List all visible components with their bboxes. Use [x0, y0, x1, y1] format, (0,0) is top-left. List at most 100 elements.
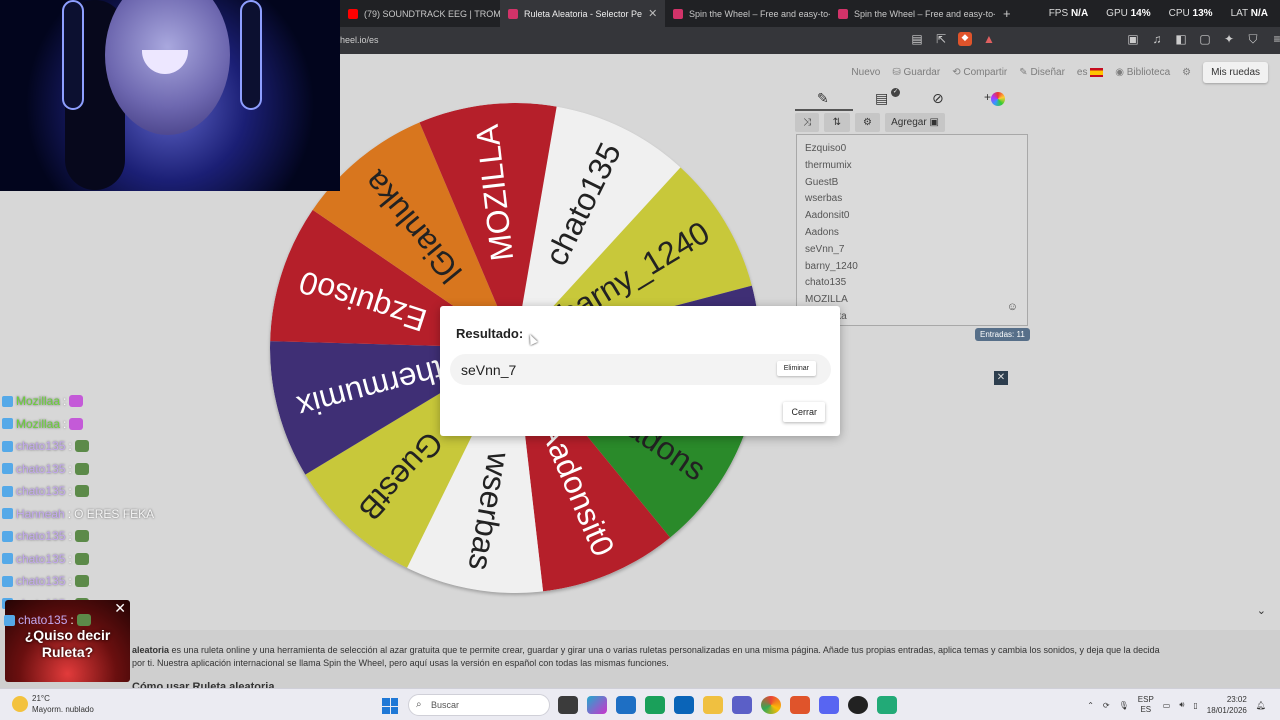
hide-tab-eye-icon[interactable]: ⊘	[932, 90, 944, 107]
new-tab-button[interactable]: +	[1003, 6, 1011, 21]
rewards-icon[interactable]: ▲	[982, 32, 996, 46]
task-view-icon[interactable]	[558, 696, 578, 714]
search-icon: ⌕	[416, 699, 422, 710]
edit-tab-pencil-icon[interactable]: ✎	[817, 90, 829, 107]
chat-emote-icon	[69, 417, 84, 430]
sync-icon[interactable]: ⟳	[1103, 701, 1110, 710]
leo-icon[interactable]: ✦	[1222, 32, 1236, 47]
my-wheels-button[interactable]: Mis ruedas	[1203, 62, 1268, 83]
library-button[interactable]: ◉ Biblioteca	[1115, 67, 1170, 78]
chat-message: Mozillaa:	[2, 413, 192, 436]
entries-textarea[interactable]: Ezquiso0 thermumix GuestB wserbas Aadonsit0 A…	[796, 134, 1028, 326]
chat-message: chato135:	[2, 525, 192, 548]
save-button[interactable]: ⛁ Guardar	[892, 67, 940, 78]
tab-favicon-icon	[508, 8, 518, 19]
image-icon: ▣	[929, 117, 939, 128]
edge-icon[interactable]	[645, 696, 665, 714]
weather-sun-icon	[12, 696, 28, 712]
tab-label: Ruleta Aleatoria - Selector Pe	[524, 8, 643, 19]
notification-icon[interactable]: 🔔︎	[1256, 701, 1266, 710]
browser-tab[interactable]: Ruleta Aleatoria - Selector Pe ✕	[500, 0, 665, 27]
vpn-icon[interactable]: ⛉	[1246, 32, 1260, 47]
brave-icon[interactable]	[790, 696, 810, 714]
chat-emote-icon	[74, 462, 89, 475]
battery-icon[interactable]: ▯	[1193, 701, 1197, 710]
chat-username: chato135	[16, 484, 66, 499]
volume-icon[interactable]: 🔊︎	[1179, 700, 1184, 710]
close-button[interactable]: Cerrar	[783, 402, 825, 422]
chat-message: Hanneah: O ERES FEKA	[2, 503, 192, 526]
discord-icon[interactable]	[819, 696, 839, 714]
browser-tab[interactable]: Spin the Wheel – Free and easy-to-u✕	[830, 0, 995, 27]
new-button[interactable]: Nuevo	[851, 67, 880, 78]
clock[interactable]: 23:02 18/01/2026	[1207, 694, 1247, 716]
add-color-icon[interactable]: +	[984, 90, 1006, 106]
chat-message: chato135:	[2, 458, 192, 481]
screenshot-icon[interactable]: ▣	[1126, 32, 1140, 47]
advanced-button[interactable]: ⚙	[855, 113, 880, 132]
save-icon: ⛁	[892, 67, 901, 78]
chat-badge-icon	[2, 575, 13, 587]
promo-close-icon[interactable]: ✕	[114, 600, 126, 617]
store-icon[interactable]	[616, 696, 636, 714]
browser-tab[interactable]: Spin the Wheel – Free and easy-to-u✕	[665, 0, 830, 27]
share-icon[interactable]: ⇱	[934, 32, 948, 46]
chrome-icon[interactable]	[761, 696, 781, 714]
windows-start-icon[interactable]	[382, 698, 398, 714]
tab-favicon-icon	[838, 8, 848, 19]
chat-emote-icon	[76, 614, 91, 626]
chevron-down-icon[interactable]: ⌄	[1257, 604, 1266, 617]
editor-toolbar: ⤨ ⇅ ⚙ Agregar ▣	[795, 113, 945, 132]
network-icon[interactable]: ▭	[1163, 701, 1171, 710]
sidebar-icon[interactable]: ◧	[1174, 32, 1188, 47]
url-field[interactable]: heel.io/es	[340, 35, 379, 45]
obs-icon[interactable]	[848, 696, 868, 714]
brave-shield-icon[interactable]: ◆	[958, 32, 972, 46]
chat-emote-icon	[74, 552, 89, 565]
chat-username: chato135	[16, 439, 66, 454]
weather-widget[interactable]: 21°C Mayorm. nublado	[12, 693, 94, 715]
results-tab-clipboard-icon[interactable]: ▤	[875, 90, 888, 107]
teams-icon[interactable]	[732, 696, 752, 714]
sort-button[interactable]: ⇅	[824, 113, 850, 132]
headphone-left-icon	[62, 0, 84, 110]
chat-message: chato135:	[2, 570, 192, 593]
add-image-button[interactable]: Agregar ▣	[885, 113, 945, 132]
close-square-icon[interactable]: ✕	[994, 371, 1008, 385]
browser-tab[interactable]: (79) SOUNDTRACK EEG | TROMPI✕	[340, 0, 500, 27]
promo-text: ¿Quiso decir Ruleta?	[24, 627, 111, 660]
remove-button[interactable]: Eliminar	[776, 361, 816, 376]
emoji-icon[interactable]: ☺	[1007, 299, 1018, 316]
entry-line: wserbas	[805, 193, 843, 205]
menu-icon[interactable]: ≡	[1270, 32, 1280, 47]
tab-label: Spin the Wheel – Free and easy-to-u	[689, 8, 830, 19]
share-button[interactable]: ⟲ Compartir	[952, 67, 1007, 78]
microphone-icon[interactable]: 🎙︎	[1119, 701, 1129, 710]
settings-icon[interactable]: ⚙	[1182, 67, 1191, 78]
language-indicator[interactable]: ESP ES	[1138, 695, 1154, 715]
chat-badge-icon	[2, 395, 13, 407]
entry-line: barny_1240	[805, 260, 858, 272]
shuffle-button[interactable]: ⤨	[795, 113, 819, 132]
sort-icon: ⇅	[832, 117, 842, 128]
active-tab-indicator	[795, 109, 853, 111]
chat-badge-icon	[4, 614, 15, 626]
taskbar-search[interactable]: ⌕ Buscar	[408, 694, 550, 716]
reader-icon[interactable]: ▤	[910, 32, 924, 46]
copilot-icon[interactable]	[587, 696, 607, 714]
app-icon[interactable]	[877, 696, 897, 714]
design-button[interactable]: ✎ Diseñar	[1019, 67, 1065, 78]
wallet-icon[interactable]: ▢	[1198, 32, 1212, 47]
performance-overlay: FPS N/A GPU 14% CPU 13% LAT N/A	[1048, 8, 1268, 19]
chat-username: chato135	[16, 574, 66, 589]
outlook-icon[interactable]	[674, 696, 694, 714]
close-tab-icon[interactable]: ✕	[648, 7, 657, 20]
chat-badge-icon	[2, 440, 13, 452]
result-dialog: Resultado: seVnn_7 Eliminar Cerrar	[440, 306, 840, 436]
chat-message: Mozillaa:	[2, 390, 192, 413]
file-explorer-icon[interactable]	[703, 696, 723, 714]
entry-line: GuestB	[805, 176, 839, 188]
media-icon[interactable]: ♫	[1150, 32, 1164, 47]
language-selector[interactable]: es	[1077, 67, 1104, 78]
chevron-up-icon[interactable]: ⌃	[1087, 701, 1094, 710]
